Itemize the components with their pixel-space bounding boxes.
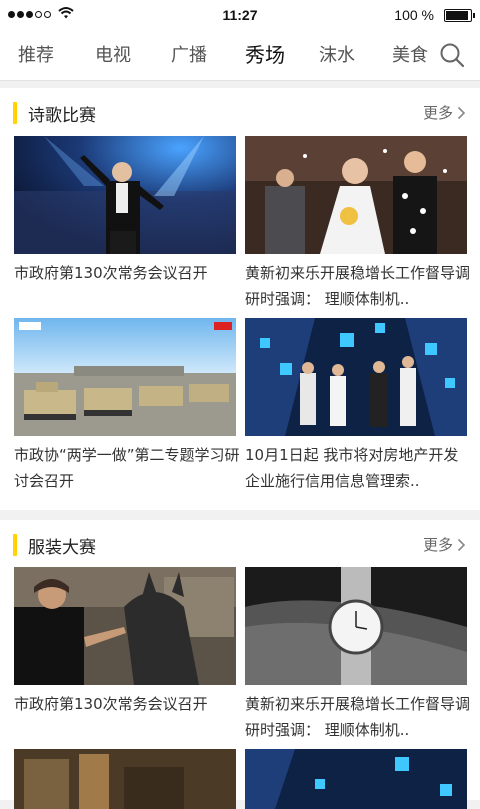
more-label: 更多 xyxy=(422,536,453,554)
section-poetry-contest: 诗歌比赛 更多 市政府第130次常务会议召开 黄新初来乐开展稳增长工作督导调研时… xyxy=(0,88,480,510)
news-caption: 黄新初来乐开展稳增长工作督导调研时强调： 理顺体制机.. xyxy=(245,695,471,739)
more-link[interactable]: 更多 xyxy=(423,102,466,123)
battery-icon xyxy=(444,9,475,22)
tab-showroom[interactable]: 秀场 xyxy=(245,39,285,68)
more-label: 更多 xyxy=(422,104,453,122)
tab-tv[interactable]: 电视 xyxy=(95,41,131,67)
search-icon xyxy=(440,43,465,68)
news-thumbnail xyxy=(245,567,467,685)
section-title: 诗歌比赛 xyxy=(28,106,96,126)
channel-tab-bar: 推荐 电视 广播 秀场 沫水 美食 xyxy=(0,30,480,81)
news-thumbnail xyxy=(14,318,236,436)
more-link[interactable]: 更多 xyxy=(423,534,466,555)
news-thumbnail xyxy=(14,749,236,809)
news-caption: 市政府第130次常务会议召开 xyxy=(14,264,208,282)
news-caption: 10月1日起 我市将对房地产开发企业施行信用信息管理索.. xyxy=(245,446,459,490)
section-fashion-contest: 服装大赛 更多 市政府第130次常务会议召开 黄新初来乐开展稳增长工作督导调研时… xyxy=(0,520,480,809)
status-bar: 11:27 100 % xyxy=(0,0,480,30)
section-header: 服装大赛 更多 xyxy=(0,520,480,570)
tab-moshui[interactable]: 沫水 xyxy=(319,41,355,67)
section-accent-bar xyxy=(13,102,17,124)
tab-recommend[interactable]: 推荐 xyxy=(18,41,54,67)
battery-percentage: 100 % xyxy=(394,7,434,23)
news-thumbnail xyxy=(245,136,467,254)
news-thumbnail xyxy=(14,136,236,254)
news-caption: 黄新初来乐开展稳增长工作督导调研时强调： 理顺体制机.. xyxy=(245,264,471,308)
section-title: 服装大赛 xyxy=(28,538,96,558)
chevron-right-icon xyxy=(457,106,466,119)
tab-radio[interactable]: 广播 xyxy=(171,41,207,67)
news-thumbnail xyxy=(14,567,236,685)
section-header: 诗歌比赛 更多 xyxy=(0,88,480,138)
section-accent-bar xyxy=(13,534,17,556)
news-thumbnail xyxy=(245,749,467,809)
chevron-right-icon xyxy=(457,538,466,551)
tab-food[interactable]: 美食 xyxy=(392,41,428,67)
search-button[interactable] xyxy=(438,41,470,69)
news-thumbnail xyxy=(245,318,467,436)
news-caption: 市政协“两学一做”第二专题学习研讨会召开 xyxy=(14,446,240,490)
news-caption: 市政府第130次常务会议召开 xyxy=(14,695,208,713)
